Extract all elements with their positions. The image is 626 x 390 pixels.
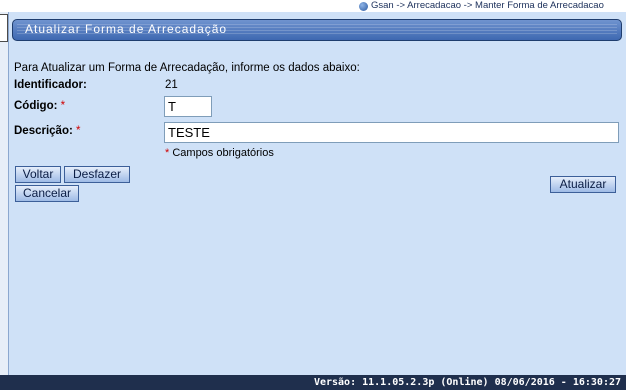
descricao-input[interactable]	[164, 122, 619, 143]
atualizar-button[interactable]: Atualizar	[550, 176, 616, 193]
left-frame-border	[0, 12, 9, 375]
main-content: Atualizar Forma de Arrecadação Para Atua…	[9, 12, 626, 375]
required-asterisk: *	[165, 147, 170, 159]
title-bar: Atualizar Forma de Arrecadação	[12, 19, 622, 41]
breadcrumb: Gsan -> Arrecadacao -> Manter Forma de A…	[359, 0, 604, 12]
required-asterisk: *	[76, 125, 81, 137]
page-title: Atualizar Forma de Arrecadação	[25, 22, 228, 36]
identificador-label: Identificador:	[14, 79, 87, 91]
codigo-input[interactable]	[164, 96, 212, 117]
version-footer: Versão: 11.1.05.2.3p (Online) 08/06/2016…	[0, 375, 626, 390]
identificador-value: 21	[165, 79, 178, 91]
codigo-label-text: Código:	[14, 100, 58, 112]
intro-text: Para Atualizar um Forma de Arrecadação, …	[14, 62, 360, 74]
codigo-label: Código: *	[14, 100, 65, 112]
descricao-label: Descrição: *	[14, 125, 81, 137]
breadcrumb-text: Gsan -> Arrecadacao -> Manter Forma de A…	[371, 0, 604, 11]
desfazer-button[interactable]: Desfazer	[64, 166, 130, 183]
required-note-text: Campos obrigatórios	[172, 147, 274, 159]
voltar-button[interactable]: Voltar	[15, 166, 61, 183]
descricao-label-text: Descrição:	[14, 125, 73, 137]
cancelar-button[interactable]: Cancelar	[15, 185, 79, 202]
gsan-logo-icon	[359, 1, 368, 11]
menu-collapse-handle[interactable]	[0, 14, 8, 42]
required-asterisk: *	[60, 100, 66, 112]
required-note: * Campos obrigatórios	[165, 147, 274, 159]
breadcrumb-bar: Gsan -> Arrecadacao -> Manter Forma de A…	[0, 0, 626, 12]
